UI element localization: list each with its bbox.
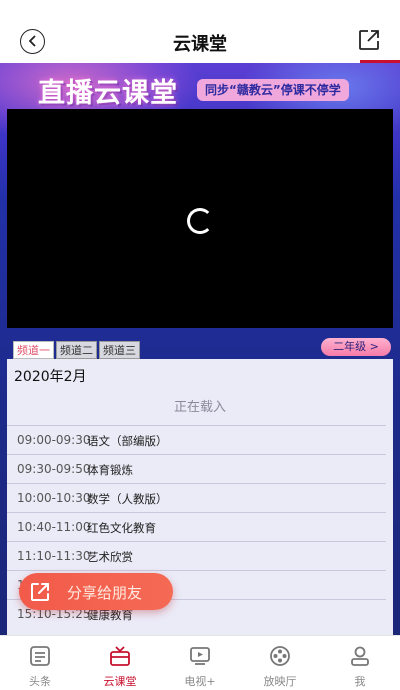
classroom-icon [110,646,130,666]
schedule-subject: 数学（人教版） [87,492,168,506]
schedule-row[interactable]: 10:40-11:00 红色文化教育 [7,512,386,541]
nav-label: 头条 [29,675,51,688]
live-classroom-banner: 直播云课堂 同步“赣教云”停课不停学 频道一 频道二 频道三 二年级 > 202… [0,63,400,635]
schedule-row[interactable]: 09:30-09:50 体育锻炼 [7,454,386,483]
bottom-navigation: 头条 云课堂 电视+ 放映厅 我 [0,635,400,690]
schedule-row[interactable]: 09:00-09:30 语文（部编版） [7,425,386,454]
share-to-friends-button[interactable]: 分享给朋友 [19,573,173,610]
share-external-icon [359,30,379,50]
grade-select-button[interactable]: 二年级 > [321,338,391,356]
share-button-label: 分享给朋友 [67,584,143,602]
schedule-time: 10:40-11:00 [17,520,91,534]
video-player[interactable] [7,109,393,328]
schedule-month: 2020年2月 [14,369,87,385]
user-icon [351,646,369,666]
nav-label: 云课堂 [103,675,137,688]
nav-item-news[interactable]: 头条 [0,636,80,690]
tv-icon [190,647,210,665]
page-title: 云课堂 [173,34,227,55]
nav-label: 我 [354,675,366,688]
tab-channel-2[interactable]: 频道二 [56,341,97,359]
nav-label: 放映厅 [263,675,297,688]
nav-item-me[interactable]: 我 [320,636,400,690]
app-screen: 云课堂 直播云课堂 同步“赣教云”停课不停学 频道一 频道二 频道三 二年级 >… [0,0,400,690]
tab-channel-3[interactable]: 频道三 [99,341,140,359]
schedule-subject: 体育锻炼 [87,463,133,477]
share-button[interactable] [358,29,380,51]
schedule-row[interactable]: 11:10-11:30 艺术欣赏 [7,541,386,570]
loading-text: 正在载入 [173,400,226,415]
schedule-time: 09:30-09:50 [17,462,91,476]
nav-item-cinema[interactable]: 放映厅 [240,636,320,690]
schedule-row[interactable]: 10:00-10:30 数学（人教版） [7,483,386,512]
schedule-subject: 语文（部编版） [87,434,168,448]
schedule-subject: 红色文化教育 [87,521,156,535]
nav-item-tv[interactable]: 电视+ [160,636,240,690]
banner-tag: 同步“赣教云”停课不停学 [197,79,349,101]
schedule-subject: 艺术欣赏 [87,550,133,564]
banner-title: 直播云课堂 [38,78,178,109]
film-reel-icon [270,646,290,666]
loading-spinner-icon [187,208,213,234]
tab-channel-1[interactable]: 频道一 [13,341,54,359]
nav-item-classroom[interactable]: 云课堂 [80,636,160,690]
news-icon [30,646,50,666]
channel-tabs: 频道一 频道二 频道三 [13,341,140,359]
schedule-time: 09:00-09:30 [17,433,91,447]
schedule-time: 11:10-11:30 [17,549,91,563]
share-arrow-icon [31,583,49,601]
top-bar: 云课堂 [0,0,400,64]
schedule-time: 10:00-10:30 [17,491,91,505]
nav-label: 电视+ [184,675,216,688]
